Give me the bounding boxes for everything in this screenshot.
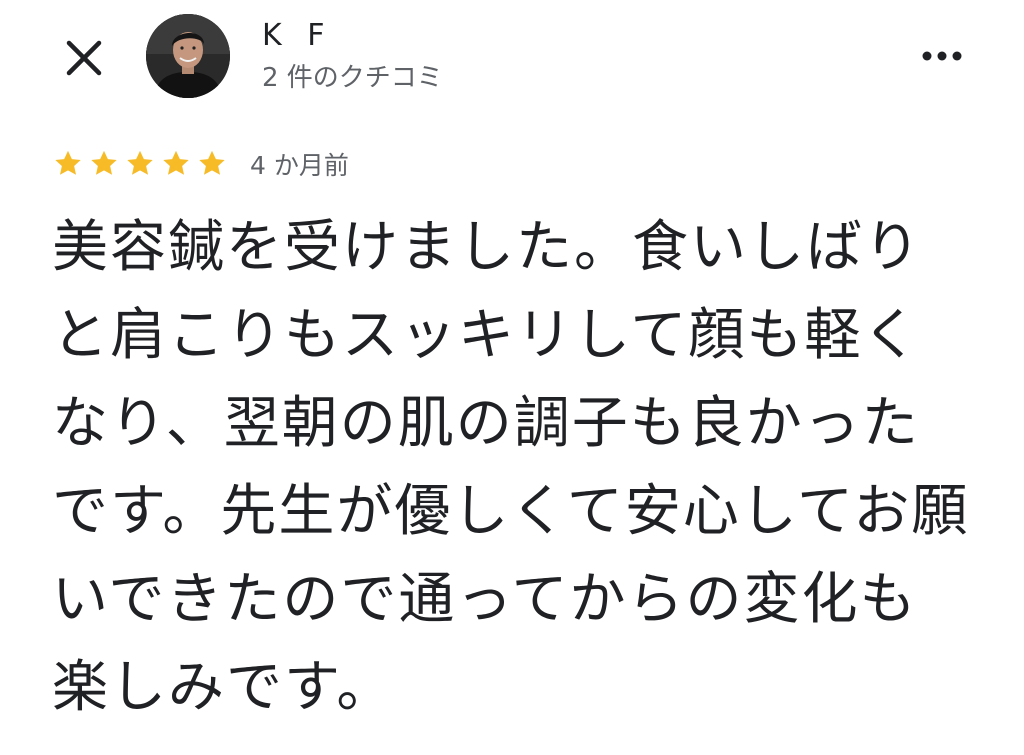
star-icon	[52, 148, 84, 180]
close-button[interactable]	[58, 32, 110, 84]
star-icon	[124, 148, 156, 180]
more-horizontal-icon	[922, 51, 962, 61]
more-options-button[interactable]	[912, 36, 972, 76]
review-time: 4 か月前	[250, 151, 349, 180]
star-icon	[160, 148, 192, 180]
star-rating	[52, 148, 228, 180]
author-review-count: 2 件のクチコミ	[262, 63, 443, 93]
profile-photo	[146, 14, 230, 98]
author-name[interactable]: K F	[262, 16, 332, 56]
review-text: 美容鍼を受けました。食いしばりと肩こりもスッキリして顔も軽くなり、翌朝の肌の調子…	[52, 215, 970, 720]
review-detail-screen: K F 2 件のクチコミ 4 か月前 美容鍼を受けました。食いしばりと肩こりもス…	[0, 0, 1024, 755]
rating-row: 4 か月前	[52, 144, 349, 184]
star-icon	[88, 148, 120, 180]
close-icon	[66, 40, 102, 76]
star-icon	[196, 148, 228, 180]
avatar[interactable]	[146, 14, 230, 98]
